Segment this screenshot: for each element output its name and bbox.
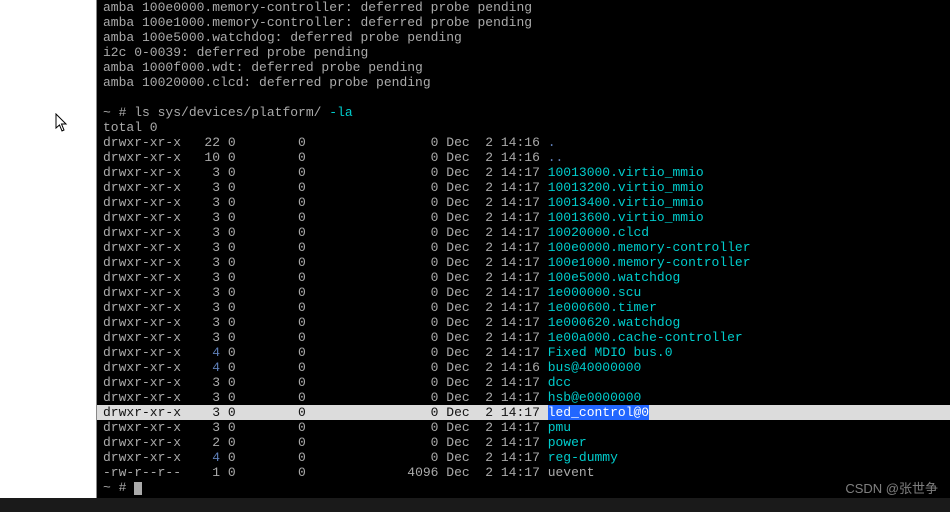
ls-entry-name: 10013400.virtio_mmio xyxy=(548,195,704,210)
ls-entry-name: uevent xyxy=(548,465,595,480)
ls-row: drwxr-xr-x 3 0 0 0 Dec 2 14:17 led_contr… xyxy=(97,405,950,420)
ls-entry-name: power xyxy=(548,435,587,450)
command-flags: -la xyxy=(329,105,352,120)
ls-row: drwxr-xr-x 3 0 0 0 Dec 2 14:17 dcc xyxy=(103,375,944,390)
ls-entry-name: 1e000000.scu xyxy=(548,285,642,300)
ls-row: drwxr-xr-x 22 0 0 0 Dec 2 14:16 . xyxy=(103,135,944,150)
ls-row: drwxr-xr-x 3 0 0 0 Dec 2 14:17 10013400.… xyxy=(103,195,944,210)
ls-row: drwxr-xr-x 3 0 0 0 Dec 2 14:17 1e00a000.… xyxy=(103,330,944,345)
ls-entry-name: 100e1000.memory-controller xyxy=(548,255,751,270)
prompt-line-2[interactable]: ~ # xyxy=(103,480,944,495)
ls-row: drwxr-xr-x 3 0 0 0 Dec 2 14:17 1e000000.… xyxy=(103,285,944,300)
terminal-panel[interactable]: amba 100e0000.memory-controller: deferre… xyxy=(96,0,950,498)
ls-entry-name: reg-dummy xyxy=(548,450,618,465)
ls-row: drwxr-xr-x 3 0 0 0 Dec 2 14:17 1e000600.… xyxy=(103,300,944,315)
ls-entry-name: 1e00a000.cache-controller xyxy=(548,330,743,345)
ls-entry-name: .. xyxy=(548,150,564,165)
blank-line xyxy=(103,90,944,105)
boot-message: amba 100e5000.watchdog: deferred probe p… xyxy=(103,30,944,45)
prompt-ps1: ~ # xyxy=(103,480,134,495)
ls-row: drwxr-xr-x 2 0 0 0 Dec 2 14:17 power xyxy=(103,435,944,450)
ls-row: drwxr-xr-x 3 0 0 0 Dec 2 14:17 100e5000.… xyxy=(103,270,944,285)
prompt-line-1[interactable]: ~ # ls sys/devices/platform/ -la xyxy=(103,105,944,120)
ls-row: drwxr-xr-x 3 0 0 0 Dec 2 14:17 10013600.… xyxy=(103,210,944,225)
status-bar xyxy=(0,498,950,512)
ls-entry-name: led_control@0 xyxy=(548,405,649,420)
ls-entry-name: 10013600.virtio_mmio xyxy=(548,210,704,225)
ls-row: drwxr-xr-x 3 0 0 0 Dec 2 14:17 10013200.… xyxy=(103,180,944,195)
ls-entry-name: bus@40000000 xyxy=(548,360,642,375)
terminal-cursor xyxy=(134,482,142,495)
ls-row: drwxr-xr-x 4 0 0 0 Dec 2 14:16 bus@40000… xyxy=(103,360,944,375)
ls-entry-name: Fixed MDIO bus.0 xyxy=(548,345,673,360)
ls-entry-name: hsb@e0000000 xyxy=(548,390,642,405)
ls-entry-name: 10013200.virtio_mmio xyxy=(548,180,704,195)
boot-message: amba 10020000.clcd: deferred probe pendi… xyxy=(103,75,944,90)
total-line: total 0 xyxy=(103,120,944,135)
ls-entry-name: 1e000620.watchdog xyxy=(548,315,681,330)
ls-entry-name: 1e000600.timer xyxy=(548,300,657,315)
ls-entry-name: pmu xyxy=(548,420,571,435)
boot-message: amba 100e0000.memory-controller: deferre… xyxy=(103,0,944,15)
ls-entry-name: 100e0000.memory-controller xyxy=(548,240,751,255)
ls-entry-name: 10013000.virtio_mmio xyxy=(548,165,704,180)
boot-messages: amba 100e0000.memory-controller: deferre… xyxy=(103,0,944,90)
ls-row: -rw-r--r-- 1 0 0 4096 Dec 2 14:17 uevent xyxy=(103,465,944,480)
ls-entry-name: . xyxy=(548,135,556,150)
ls-entry-name: dcc xyxy=(548,375,571,390)
boot-message: amba 100e1000.memory-controller: deferre… xyxy=(103,15,944,30)
command-text: ls sys/devices/platform/ xyxy=(134,105,329,120)
ls-row: drwxr-xr-x 3 0 0 0 Dec 2 14:17 pmu xyxy=(103,420,944,435)
ls-row: drwxr-xr-x 3 0 0 0 Dec 2 14:17 10020000.… xyxy=(103,225,944,240)
ls-listing: drwxr-xr-x 22 0 0 0 Dec 2 14:16 .drwxr-x… xyxy=(103,135,944,480)
ls-entry-name: 10020000.clcd xyxy=(548,225,649,240)
ls-entry-name: 100e5000.watchdog xyxy=(548,270,681,285)
ls-row: drwxr-xr-x 3 0 0 0 Dec 2 14:17 100e0000.… xyxy=(103,240,944,255)
ls-row: drwxr-xr-x 3 0 0 0 Dec 2 14:17 1e000620.… xyxy=(103,315,944,330)
ls-row: drwxr-xr-x 10 0 0 0 Dec 2 14:16 .. xyxy=(103,150,944,165)
editor-gutter xyxy=(0,0,96,512)
boot-message: i2c 0-0039: deferred probe pending xyxy=(103,45,944,60)
boot-message: amba 1000f000.wdt: deferred probe pendin… xyxy=(103,60,944,75)
prompt-ps1: ~ # xyxy=(103,105,134,120)
ls-row: drwxr-xr-x 3 0 0 0 Dec 2 14:17 hsb@e0000… xyxy=(103,390,944,405)
ls-row: drwxr-xr-x 3 0 0 0 Dec 2 14:17 100e1000.… xyxy=(103,255,944,270)
ls-row: drwxr-xr-x 3 0 0 0 Dec 2 14:17 10013000.… xyxy=(103,165,944,180)
ls-row: drwxr-xr-x 4 0 0 0 Dec 2 14:17 Fixed MDI… xyxy=(103,345,944,360)
ls-row: drwxr-xr-x 4 0 0 0 Dec 2 14:17 reg-dummy xyxy=(103,450,944,465)
